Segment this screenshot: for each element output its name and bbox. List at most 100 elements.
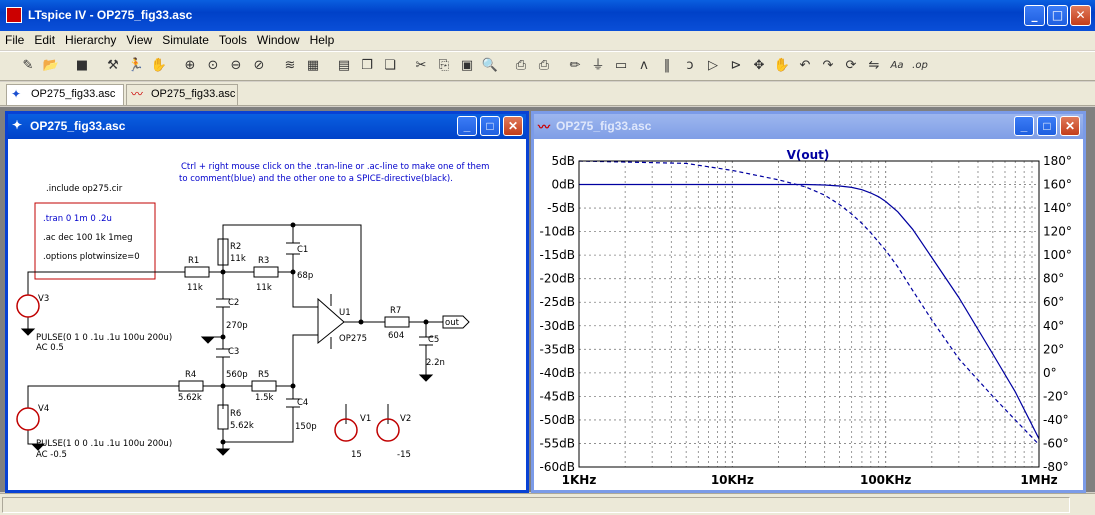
v2-value: -15 <box>397 450 411 460</box>
ground-icon[interactable]: ⏚ <box>588 56 608 76</box>
control-panel-icon[interactable]: ⚒ <box>103 56 123 76</box>
resistor-r4[interactable] <box>178 380 204 392</box>
r3-value: 11k <box>256 283 272 293</box>
waveform-maximize-button[interactable]: □ <box>1037 116 1057 136</box>
schematic-close-button[interactable]: ✕ <box>503 116 523 136</box>
include-directive[interactable]: .include op275.cir <box>46 184 123 194</box>
resistor-icon[interactable]: ʌ <box>634 56 654 76</box>
x-axis-ticks: 1KHz 10KHz 100KHz 1MHz <box>562 473 1058 487</box>
left-tick-label: -50dB <box>540 413 575 427</box>
menu-tools[interactable]: Tools <box>214 31 252 49</box>
resistor-r5[interactable] <box>251 380 277 392</box>
schematic-canvas[interactable]: .include op275.cir Ctrl + right mouse cl… <box>8 139 526 490</box>
zoom-pan-icon[interactable]: ⊙ <box>203 56 223 76</box>
left-tick-label: -15dB <box>540 248 575 262</box>
directive-tran[interactable]: .tran 0 1m 0 .2u <box>43 214 112 224</box>
right-tick-label: 0° <box>1043 366 1057 380</box>
diode-icon[interactable]: ▷ <box>703 56 723 76</box>
right-tick-label: -20° <box>1043 389 1069 403</box>
mdi-workspace: ✦ OP275_fig33.asc _ □ ✕ .include op275.c… <box>0 107 1095 493</box>
label-net-icon[interactable]: ▭ <box>611 56 631 76</box>
menu-hierarchy[interactable]: Hierarchy <box>60 31 121 49</box>
autorange-icon[interactable]: ≋ <box>280 56 300 76</box>
undo-icon[interactable]: ↶ <box>795 56 815 76</box>
app-titlebar: LTspice IV - OP275_fig33.asc _ □ ✕ <box>0 0 1095 31</box>
menu-simulate[interactable]: Simulate <box>157 31 214 49</box>
tile-horizontal-icon[interactable]: ▤ <box>334 56 354 76</box>
new-schematic-icon[interactable]: ✎ <box>18 56 38 76</box>
save-icon[interactable]: ■ <box>72 56 92 76</box>
open-icon[interactable]: 📂 <box>41 56 61 76</box>
r6-name: R6 <box>230 409 241 419</box>
copy-icon[interactable]: ⎘ <box>434 56 454 76</box>
source-v3[interactable] <box>16 294 40 318</box>
zoom-cancel-icon[interactable]: ⊘ <box>249 56 269 76</box>
schematic-minimize-button[interactable]: _ <box>457 116 477 136</box>
schematic-maximize-button[interactable]: □ <box>480 116 500 136</box>
tab-schematic[interactable]: ✦ OP275_fig33.asc <box>6 84 124 105</box>
cascade-icon[interactable]: ❐ <box>357 56 377 76</box>
rotate-icon[interactable]: ⟳ <box>841 56 861 76</box>
right-tick-label: -80° <box>1043 460 1069 474</box>
tab-waveform[interactable]: 〰 OP275_fig33.asc <box>126 84 238 105</box>
v4-value: PULSE(1 0 0 .1u .1u 100u 200u) <box>36 439 172 449</box>
close-all-icon[interactable]: ❏ <box>380 56 400 76</box>
waveform-close-button[interactable]: ✕ <box>1060 116 1080 136</box>
menu-view[interactable]: View <box>121 31 157 49</box>
spice-directive-icon[interactable]: .op <box>910 56 930 76</box>
mirror-icon[interactable]: ⇋ <box>864 56 884 76</box>
r7-name: R7 <box>390 306 401 316</box>
ltspice-app-icon[interactable] <box>6 7 22 23</box>
waveform-window-title: OP275_fig33.asc <box>556 119 652 133</box>
move-icon[interactable]: ✥ <box>749 56 769 76</box>
menu-help[interactable]: Help <box>305 31 340 49</box>
source-v4[interactable] <box>16 407 40 431</box>
minimize-button[interactable]: _ <box>1024 5 1045 26</box>
x-tick-label: 1KHz <box>562 473 597 487</box>
cut-icon[interactable]: ✂ <box>411 56 431 76</box>
left-tick-label: -45dB <box>540 389 575 403</box>
print-icon[interactable]: ⎙ <box>534 56 554 76</box>
waveform-plot[interactable]: V(out) 5dB 0dB -5dB -10dB -15dB -20dB -25dB -30… <box>534 139 1083 490</box>
left-tick-label: -25dB <box>540 295 575 309</box>
text-icon[interactable]: Aa <box>887 56 907 76</box>
resistor-r7[interactable] <box>384 316 410 328</box>
menu-file[interactable]: File <box>0 31 29 49</box>
close-button[interactable]: ✕ <box>1070 5 1091 26</box>
wire-r5-c4 <box>276 385 294 399</box>
capacitor-icon[interactable]: ‖ <box>657 56 677 76</box>
draw-wire-icon[interactable]: ✏ <box>565 56 585 76</box>
v3-ac: AC 0.5 <box>36 343 64 353</box>
traces <box>578 160 1040 446</box>
print-setup-icon[interactable]: ⎙ <box>511 56 531 76</box>
mark-unused-icon[interactable]: ▦ <box>303 56 323 76</box>
left-tick-label: -60dB <box>540 460 575 474</box>
find-icon[interactable]: 🔍 <box>480 56 500 76</box>
halt-icon[interactable]: ✋ <box>149 56 169 76</box>
directive-ac[interactable]: .ac dec 100 1k 1meg <box>43 233 133 243</box>
document-tab-bar: ✦ OP275_fig33.asc 〰 OP275_fig33.asc <box>0 82 1095 106</box>
right-axis-ticks: 180° 160° 140° 120° 100° 80° 60° 40° 20° 0° -20° -4… <box>1043 154 1072 474</box>
left-axis-ticks: 5dB 0dB -5dB -10dB -15dB -20dB -25dB -30dB -35dB… <box>540 154 575 474</box>
paste-icon[interactable]: ▣ <box>457 56 477 76</box>
menu-window[interactable]: Window <box>252 31 305 49</box>
menu-edit[interactable]: Edit <box>29 31 60 49</box>
run-icon[interactable]: 🏃 <box>126 56 146 76</box>
left-tick-label: -30dB <box>540 319 575 333</box>
resistor-r3[interactable] <box>253 266 279 278</box>
zoom-in-icon[interactable]: ⊕ <box>180 56 200 76</box>
resistor-r1[interactable] <box>184 266 210 278</box>
redo-icon[interactable]: ↷ <box>818 56 838 76</box>
schematic-window-titlebar: ✦ OP275_fig33.asc _ □ ✕ <box>8 114 526 139</box>
zoom-out-icon[interactable]: ⊖ <box>226 56 246 76</box>
waveform-minimize-button[interactable]: _ <box>1014 116 1034 136</box>
resize-grip-icon[interactable] <box>1072 497 1092 513</box>
drag-icon[interactable]: ✋ <box>772 56 792 76</box>
inductor-icon[interactable]: ↄ <box>680 56 700 76</box>
c2-name: C2 <box>228 298 239 308</box>
trace-label[interactable]: V(out) <box>787 148 830 162</box>
left-tick-label: -35dB <box>540 342 575 356</box>
maximize-button[interactable]: □ <box>1047 5 1068 26</box>
component-icon[interactable]: ⊳ <box>726 56 746 76</box>
directive-options[interactable]: .options plotwinsize=0 <box>43 252 140 262</box>
